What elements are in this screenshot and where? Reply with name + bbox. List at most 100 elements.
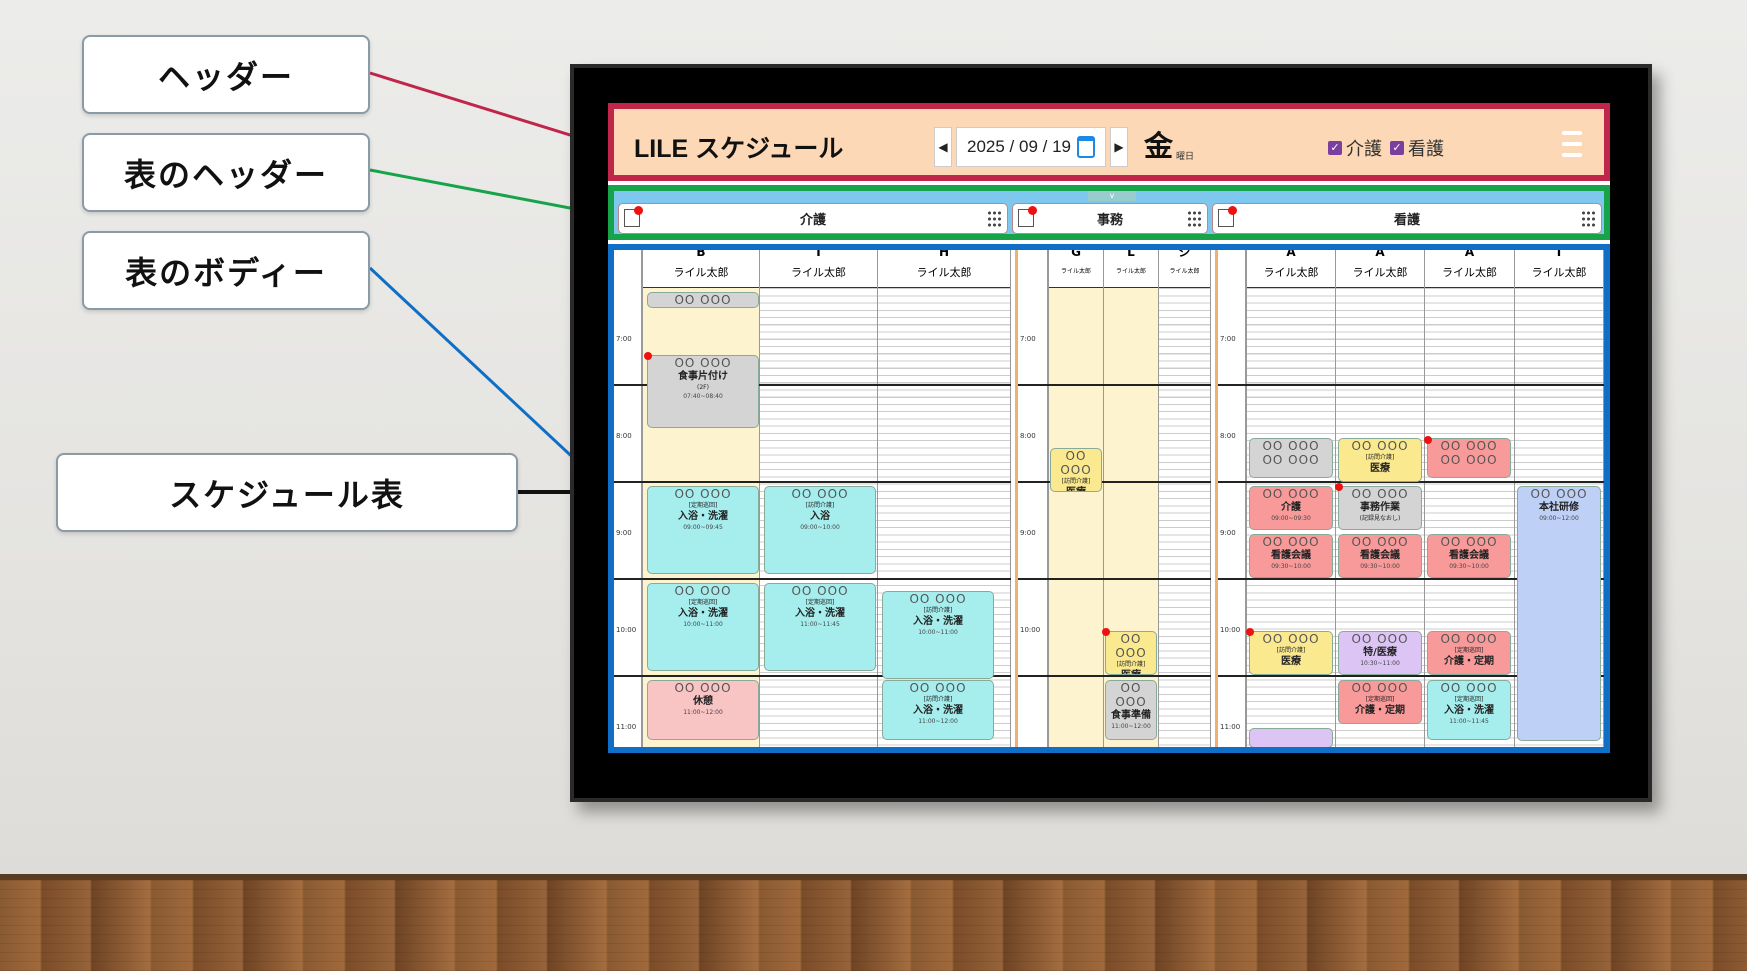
event-card[interactable]: OO OOO 介護 09:00~09:30 [1249,486,1333,530]
group-header-kaigo[interactable]: 介護 [618,203,1008,234]
column-code: A [1286,245,1296,259]
staff-column[interactable]: G ライル太郎 [1048,250,1103,747]
event-card[interactable]: OO OOO 看護会議 09:30~10:00 [1338,534,1422,578]
event-tag: [訪問介護] [1116,661,1146,668]
event-card[interactable]: OO OOO 事務作業 (記録見なおし) [1338,486,1422,530]
time-label: 7:00 [616,335,632,343]
section-jimu: 7:00 8:00 9:00 10:00 G ライル太郎 L ライル太郎 ジライル太… [1015,250,1211,747]
event-card[interactable]: OO OOO [訪問介護] 入浴・洗濯 10:00~11:00 [882,591,994,679]
event-card[interactable]: OO OOO 特/医療 10:30~11:00 [1338,631,1422,675]
date-value: 2025 / 09 / 19 [967,137,1071,156]
next-day-button[interactable]: ▶ [1110,127,1128,167]
event-card[interactable]: OO OOO 食事片付け (2F) 07:40~08:40 [647,355,759,428]
assignee-name: OO OOO [1262,487,1320,501]
callout-schedule-table: スケジュール表 [56,453,518,532]
column-code: ジ [1178,245,1191,259]
event-title: 医療 [1106,669,1156,674]
event-card[interactable]: OO OOO 看護会議 09:30~10:00 [1249,534,1333,578]
column-code: I [816,245,821,259]
staff-name: ライル太郎 [1442,266,1497,279]
event-title: 介護・定期 [1355,705,1405,716]
event-title: 入浴・洗濯 [1444,705,1494,716]
event-card[interactable] [1249,728,1333,747]
event-title: 食事片付け [678,371,728,382]
section-kaigo: 7:00 8:00 9:00 10:00 11:00 B ライル太郎 I ライル太郎… [614,250,1011,747]
drag-handle-icon[interactable] [1187,210,1201,228]
group-header-jimu[interactable]: 事務 [1012,203,1208,234]
event-time: 10:00~11:00 [683,621,723,628]
event-tag: [定期巡回] [688,599,718,606]
event-title: 看護会議 [1360,550,1400,561]
event-card[interactable]: OO OOO[訪問介護]医療 [1050,448,1102,492]
time-label: 10:00 [1020,626,1041,634]
time-column: 7:00 8:00 9:00 10:00 [1018,250,1048,747]
event-card[interactable]: OO OOO[訪問介護]医療 [1338,438,1422,482]
event-card[interactable]: OO OOO [定期巡回] 入浴・洗濯 10:00~11:00 [647,583,759,671]
calendar-icon[interactable] [1077,136,1095,158]
event-time: 11:00~12:00 [683,709,723,716]
event-card[interactable]: OO OOO [訪問介護] 入浴 09:00~10:00 [764,486,876,574]
hamburger-menu-icon[interactable] [1562,131,1582,157]
checkbox-icon[interactable]: ✓ [1390,141,1404,155]
prev-day-button[interactable]: ◀ [934,127,952,167]
filter-kango[interactable]: ✓ 看護 [1390,135,1444,161]
time-label: 9:00 [616,529,632,537]
notification-badge [1028,206,1037,215]
collapse-handle-icon[interactable]: v [1088,191,1136,201]
column-header: A ライル太郎 [1425,250,1514,288]
column-header: A ライル太郎 [1247,250,1335,288]
event-tag: [定期巡回] [1454,647,1484,654]
group-header-kango[interactable]: 看護 [1212,203,1602,234]
filter-kaigo[interactable]: ✓ 介護 [1328,135,1382,161]
event-time: 09:00~10:00 [800,524,840,531]
time-label: 8:00 [1220,432,1236,440]
staff-column[interactable]: ジライル太郎 [1158,250,1211,747]
date-picker[interactable]: 2025 / 09 / 19 [956,127,1106,167]
event-time: 07:40~08:40 [683,393,723,400]
column-code: L [1127,245,1135,259]
alert-dot-icon [644,352,652,360]
assignee-name: OO OOO [1351,681,1409,695]
time-label: 8:00 [1020,432,1036,440]
event-title: 看護会議 [1449,550,1489,561]
group-name: 介護 [799,213,826,228]
event-tag: (2F) [697,384,709,391]
assignee-name: OO OOO [674,293,732,307]
drag-handle-icon[interactable] [1581,210,1595,228]
event-time: 11:00~12:00 [918,718,958,725]
event-title: 特/医療 [1363,647,1397,658]
event-card[interactable]: OO OOO 看護会議 09:30~10:00 [1427,534,1511,578]
column-header: T ライル太郎 [1515,250,1603,288]
event-card[interactable]: OO OOO 本社研修 09:00~12:00 [1517,486,1601,741]
event-time: 10:00~11:00 [918,629,958,636]
event-card[interactable]: OO OOO [定期巡回] 介護・定期 [1338,680,1422,724]
assignee-name: OO OOO [1351,535,1409,549]
event-time: 09:30~10:00 [1449,563,1489,570]
column-code: A [1464,245,1475,259]
event-card[interactable]: OO OOO OO OOO [1427,438,1511,478]
column-header: A ライル太郎 [1336,250,1424,288]
event-card[interactable]: OO OOO[訪問介護]医療 [1105,631,1157,675]
event-card[interactable]: OO OOO [定期巡回] 入浴・洗濯 11:00~11:45 [764,583,876,671]
event-card[interactable]: OO OOO [647,292,759,308]
event-card[interactable]: OO OOO[訪問介護]医療 [1249,631,1333,675]
weekday-suffix: 曜日 [1176,152,1195,162]
event-time: 09:00~09:30 [1271,515,1311,522]
time-label: 10:00 [1220,626,1241,634]
drag-handle-icon[interactable] [987,210,1001,228]
event-time: 11:00~11:45 [800,621,840,628]
event-card[interactable]: OO OOO OO OOO [1249,438,1333,478]
event-card[interactable]: OO OOO [定期巡回] 入浴・洗濯 11:00~11:45 [1427,680,1511,740]
notification-badge [1228,206,1237,215]
event-card[interactable]: OO OOO 食事準備 11:00~12:00 [1105,680,1157,740]
event-card[interactable]: OO OOO [訪問介護] 入浴・洗濯 11:00~12:00 [882,680,994,740]
assignee-name: OO OOO [1440,681,1498,695]
event-card[interactable]: OO OOO [定期巡回] 介護・定期 [1427,631,1511,675]
event-title: 食事準備 [1111,710,1151,721]
checkbox-icon[interactable]: ✓ [1328,141,1342,155]
event-card[interactable]: OO OOO [定期巡回] 入浴・洗濯 09:00~09:45 [647,486,759,574]
event-card[interactable]: OO OOO 休憩 11:00~12:00 [647,680,759,740]
table-header: v 介護 事務 看護 [608,185,1610,240]
event-title: 入浴・洗濯 [678,608,728,619]
staff-name: ライル太郎 [673,266,729,279]
